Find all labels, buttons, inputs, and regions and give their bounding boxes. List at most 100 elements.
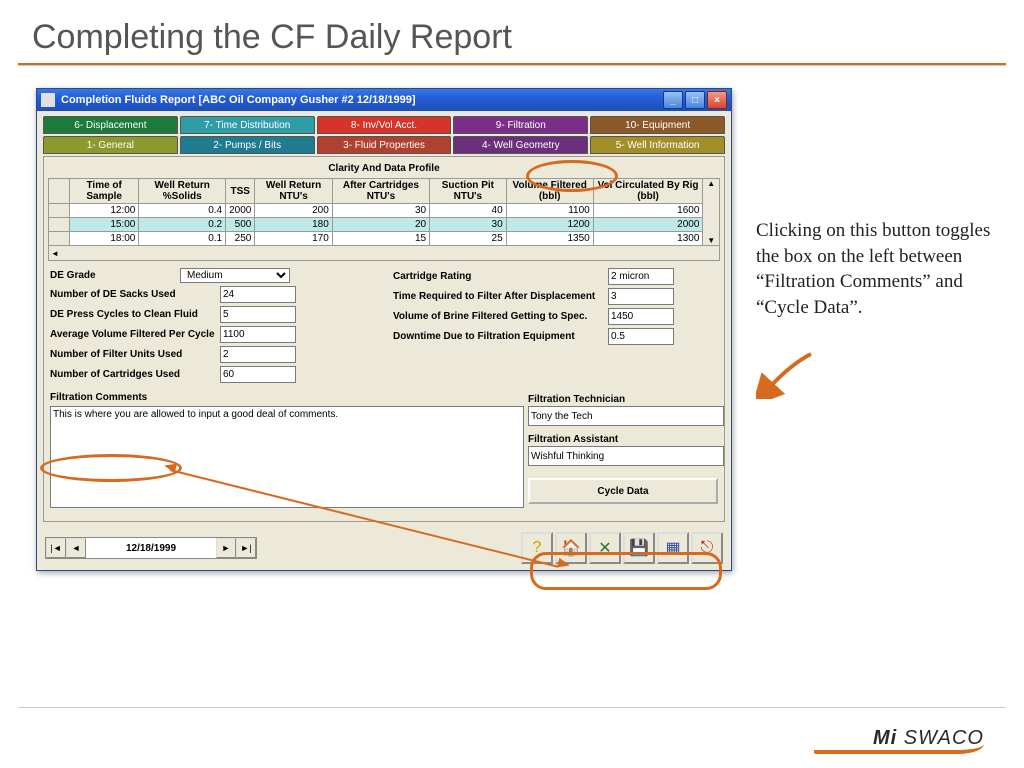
arrow-icon [756,349,862,399]
nav-first-button[interactable]: |◄ [46,538,66,558]
grid-cell[interactable]: 2000 [226,204,255,218]
grid-title: Clarity And Data Profile [48,163,720,174]
grid-cell[interactable]: 180 [255,218,332,232]
grid-header: Well Return %Solids [139,179,226,204]
grid-header: Time of Sample [70,179,139,204]
grid-header: Vol Circulated By Rig (bbl) [593,179,703,204]
grid-cell[interactable]: 1350 [506,232,593,246]
tab-row-top: 6- Displacement7- Time Distribution8- In… [43,116,725,134]
tab[interactable]: 1- General [43,136,178,154]
nav-date: 12/18/1999 [86,543,216,554]
grid-cell[interactable]: 1600 [593,204,703,218]
footer-divider [18,707,1006,708]
grid-cell[interactable]: 15:00 [70,218,139,232]
assist-input[interactable] [528,446,724,466]
avgvol-input[interactable] [220,326,296,343]
tab[interactable]: 3- Fluid Properties [317,136,452,154]
rating-label: Cartridge Rating [393,271,608,282]
grid-header: Suction Pit NTU's [430,179,507,204]
grid-cell[interactable]: 0.1 [139,232,226,246]
grid-cell[interactable]: 500 [226,218,255,232]
tab[interactable]: 10- Equipment [590,116,725,134]
grid-cell[interactable]: 1200 [506,218,593,232]
record-navigator: |◄ ◄ 12/18/1999 ► ►| [45,537,257,559]
grid-cell[interactable]: 0.4 [139,204,226,218]
grid-cell[interactable]: 25 [430,232,507,246]
cycles-label: DE Press Cycles to Clean Fluid [50,309,220,320]
avgvol-label: Average Volume Filtered Per Cycle [50,329,220,340]
app-icon [41,93,55,107]
down-input[interactable] [608,328,674,345]
down-label: Downtime Due to Filtration Equipment [393,331,608,342]
sacks-input[interactable] [220,286,296,303]
tab[interactable]: 2- Pumps / Bits [180,136,315,154]
brand-logo: Mi SWACO [873,727,984,750]
nav-last-button[interactable]: ►| [236,538,256,558]
de-grade-select[interactable]: Medium [180,268,290,283]
slide-title: Completing the CF Daily Report [0,0,1024,61]
de-grade-label: DE Grade [50,270,180,281]
grid-cell[interactable]: 18:00 [70,232,139,246]
clarity-grid[interactable]: Time of SampleWell Return %SolidsTSSWell… [48,178,703,246]
nav-next-button[interactable]: ► [216,538,236,558]
grid-cell[interactable]: 250 [226,232,255,246]
save-icon[interactable]: 💾 [623,532,655,564]
grid-cell[interactable]: 15 [332,232,429,246]
grid-header: After Cartridges NTU's [332,179,429,204]
grid-cell[interactable]: 30 [430,218,507,232]
cycle-data-button[interactable]: Cycle Data [528,478,718,504]
grid-header: Volume Filtered (bbl) [506,179,593,204]
window-title: Completion Fluids Report [ABC Oil Compan… [61,94,661,106]
maximize-button[interactable]: □ [685,91,705,109]
grid-header: TSS [226,179,255,204]
app-window: Completion Fluids Report [ABC Oil Compan… [36,88,732,571]
tab[interactable]: 9- Filtration [453,116,588,134]
grid-cell[interactable]: 1100 [506,204,593,218]
cycles-input[interactable] [220,306,296,323]
grid-cell[interactable]: 200 [255,204,332,218]
minimize-button[interactable]: _ [663,91,683,109]
units-input[interactable] [220,346,296,363]
grid-cell[interactable]: 30 [332,204,429,218]
time-label: Time Required to Filter After Displaceme… [393,291,608,302]
sacks-label: Number of DE Sacks Used [50,289,220,300]
tech-label: Filtration Technician [528,394,718,405]
grid-cell[interactable]: 12:00 [70,204,139,218]
rating-input[interactable] [608,268,674,285]
home-icon[interactable]: 🏠 [555,532,587,564]
close-button[interactable]: × [707,91,727,109]
grid-header: Well Return NTU's [255,179,332,204]
help-icon[interactable]: ? [521,532,553,564]
comments-textarea[interactable]: This is where you are allowed to input a… [50,406,524,508]
tab[interactable]: 7- Time Distribution [180,116,315,134]
comments-heading: Filtration Comments [50,392,518,403]
brine-input[interactable] [608,308,674,325]
carts-label: Number of Cartridges Used [50,369,220,380]
export-icon[interactable]: ✕ [589,532,621,564]
assist-label: Filtration Assistant [528,434,718,445]
grid-cell[interactable]: 2000 [593,218,703,232]
tech-input[interactable] [528,406,724,426]
tab[interactable]: 6- Displacement [43,116,178,134]
tab[interactable]: 8- Inv/Vol Acct. [317,116,452,134]
annotation-text: Clicking on this button toggles the box … [756,218,994,321]
tab[interactable]: 4- Well Geometry [453,136,588,154]
nav-prev-button[interactable]: ◄ [66,538,86,558]
grid-cell[interactable]: 1300 [593,232,703,246]
grid-vscroll[interactable]: ▲▼ [703,178,720,246]
calc-icon[interactable]: ▦ [657,532,689,564]
grid-hscroll[interactable]: ◄ [48,246,720,261]
tab-row-bottom: 1- General2- Pumps / Bits3- Fluid Proper… [43,136,725,154]
units-label: Number of Filter Units Used [50,349,220,360]
titlebar: Completion Fluids Report [ABC Oil Compan… [37,89,731,111]
grid-cell[interactable]: 170 [255,232,332,246]
brine-label: Volume of Brine Filtered Getting to Spec… [393,311,608,322]
main-panel: Clarity And Data Profile Time of SampleW… [43,156,725,522]
carts-input[interactable] [220,366,296,383]
grid-cell[interactable]: 20 [332,218,429,232]
grid-cell[interactable]: 0.2 [139,218,226,232]
grid-cell[interactable]: 40 [430,204,507,218]
time-input[interactable] [608,288,674,305]
exit-icon[interactable]: ⎋ [691,532,723,564]
tab[interactable]: 5- Well Information [590,136,725,154]
